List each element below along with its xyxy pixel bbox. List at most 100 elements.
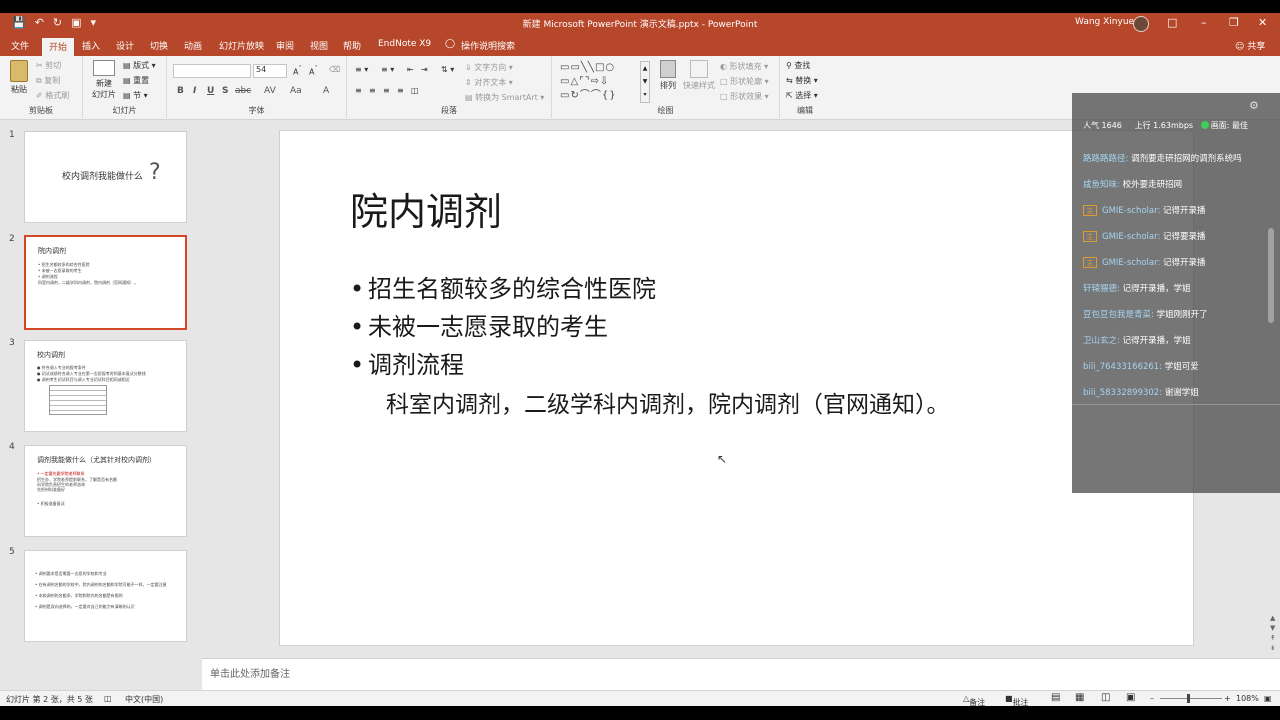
tab-slideshow[interactable]: 幻灯片放映 xyxy=(219,39,264,52)
slide-thumbnail-1[interactable]: 校内调剂我能做什么 ? xyxy=(24,131,187,223)
user-name[interactable]: Wang Xinyue xyxy=(1075,17,1134,27)
slide-title[interactable]: 院内调剂 xyxy=(350,181,502,236)
underline-button[interactable]: U xyxy=(207,86,214,96)
previous-slide-icon[interactable]: ↟ xyxy=(1270,634,1276,642)
tab-file[interactable]: 文件 xyxy=(11,39,29,52)
scroll-down-icon[interactable]: ▼ xyxy=(1270,624,1275,632)
zoom-slider-thumb[interactable] xyxy=(1187,694,1190,703)
bullets-icon[interactable]: ≡ ▾ xyxy=(355,65,368,74)
strikethrough-button[interactable]: abc xyxy=(235,86,251,96)
font-size-combo[interactable]: 54 xyxy=(253,64,287,78)
align-center-icon[interactable]: ≡ xyxy=(369,86,376,95)
chat-username[interactable]: 轩辕猥德: xyxy=(1083,284,1120,294)
align-text-button[interactable]: ⇕ 对齐文本 ▾ xyxy=(465,77,513,88)
chat-username[interactable]: bili_58332899302: xyxy=(1083,388,1162,398)
convert-smartart-button[interactable]: ▤ 转换为 SmartArt ▾ xyxy=(465,92,544,103)
slide-thumbnail-5[interactable]: • 调剂要求是否需要一志愿的学校和专业 • 在有调剂名额的学校中，院内调剂的名额… xyxy=(24,550,187,642)
tab-design[interactable]: 设计 xyxy=(116,39,134,52)
zoom-level[interactable]: 108% xyxy=(1236,694,1259,703)
chat-username[interactable]: 卫山玄之: xyxy=(1083,336,1120,346)
columns-icon[interactable]: ◫ xyxy=(411,86,419,95)
shapes-gallery[interactable]: ▭▭╲╲□○ ▭△⌜⌝⇨⇩ ▭↻⌒⌒{​} xyxy=(560,61,646,103)
scroll-up-icon[interactable]: ▲ xyxy=(1270,614,1275,622)
find-button[interactable]: ⚲ 查找 xyxy=(786,60,810,71)
font-name-combo[interactable] xyxy=(173,64,251,78)
gallery-scroll[interactable]: ▲ ▼ ▾ xyxy=(640,61,650,103)
minimize-icon[interactable]: – xyxy=(1201,16,1207,29)
tab-review[interactable]: 审阅 xyxy=(276,39,294,52)
close-icon[interactable]: ✕ xyxy=(1258,16,1267,29)
line-spacing-icon[interactable]: ⇅ ▾ xyxy=(441,65,454,74)
tab-home[interactable]: 开始 xyxy=(42,38,75,56)
tab-animations[interactable]: 动画 xyxy=(184,39,202,52)
replace-button[interactable]: ⇆ 替换 ▾ xyxy=(786,75,818,86)
font-color-button[interactable]: A xyxy=(323,86,329,96)
chat-scrollbar[interactable] xyxy=(1268,228,1274,323)
slide-sub-bullet[interactable]: 科室内调剂，二级学科内调剂，院内调剂（官网通知）。 xyxy=(386,385,950,419)
tab-endnote[interactable]: EndNote X9 xyxy=(378,39,431,49)
notes-toggle[interactable]: △ 备注 xyxy=(963,694,985,707)
bold-button[interactable]: B xyxy=(177,86,184,96)
increase-indent-icon[interactable]: ⇥ xyxy=(421,65,428,74)
chat-username[interactable]: bili_76433166261: xyxy=(1083,362,1162,372)
text-direction-button[interactable]: ⇓ 文字方向 ▾ xyxy=(465,62,513,73)
current-slide[interactable]: 院内调剂 • 招生名额较多的综合性医院 • 未被一志愿录取的考生 • 调剂流程 科室内… xyxy=(279,130,1194,646)
tab-transitions[interactable]: 切换 xyxy=(150,39,168,52)
tell-me-search[interactable]: 操作说明搜索 xyxy=(461,39,515,52)
shape-effects-button[interactable]: □ 形状效果 ▾ xyxy=(720,91,769,102)
align-right-icon[interactable]: ≡ xyxy=(383,86,390,95)
decrease-indent-icon[interactable]: ⇤ xyxy=(407,65,414,74)
quick-styles-button[interactable]: 快速样式 xyxy=(682,60,716,91)
slideshow-view-icon[interactable]: ▣ xyxy=(1126,692,1135,703)
chat-username[interactable]: GMIE-scholar: xyxy=(1102,232,1160,242)
clear-formatting-icon[interactable]: ⌫ xyxy=(329,65,340,74)
reset-button[interactable]: ▤ 重置 xyxy=(123,75,149,86)
section-button[interactable]: ▤ 节 ▾ xyxy=(123,90,148,101)
slide-thumbnail-4[interactable]: 调剂我能做什么（尤其针对校内调剂） • 一定要先跟学院老师联系 招生办、学院老师… xyxy=(24,445,187,537)
tab-view[interactable]: 视图 xyxy=(310,39,328,52)
format-painter-button[interactable]: ✐ 格式刷 xyxy=(36,90,69,101)
copy-button[interactable]: ⧉ 复制 xyxy=(36,75,60,86)
chat-username[interactable]: 豆包豆包我是青菜: xyxy=(1083,310,1154,320)
change-case-button[interactable]: Aa xyxy=(290,86,302,96)
slide-bullet[interactable]: • 招生名额较多的综合性医院 xyxy=(350,269,656,304)
restore-icon[interactable]: ❐ xyxy=(1229,16,1239,29)
share-button[interactable]: ☺ 共享 xyxy=(1235,39,1265,52)
shadow-button[interactable]: S xyxy=(222,86,228,96)
avatar[interactable] xyxy=(1133,16,1149,32)
align-left-icon[interactable]: ≡ xyxy=(355,86,362,95)
zoom-out-icon[interactable]: – xyxy=(1150,694,1154,703)
tab-help[interactable]: 帮助 xyxy=(343,39,361,52)
fit-slide-icon[interactable]: ▣ xyxy=(1264,694,1272,703)
paste-button[interactable]: 粘贴 xyxy=(6,60,32,95)
reading-view-icon[interactable]: ◫ xyxy=(1101,692,1110,703)
slide-thumbnail-3[interactable]: 校内调剂 ● 符合调入专业的报考条件 ● 初试成绩符合调入专业在第一志愿报考时的… xyxy=(24,340,187,432)
new-slide-button[interactable]: 新建 幻灯片 xyxy=(89,60,119,100)
tab-insert[interactable]: 插入 xyxy=(82,39,100,52)
italic-button[interactable]: I xyxy=(193,86,196,96)
char-spacing-button[interactable]: AV xyxy=(264,86,276,96)
shape-fill-button[interactable]: ◐ 形状填充 ▾ xyxy=(720,61,768,72)
slide-sorter-icon[interactable]: ▦ xyxy=(1075,692,1084,703)
slide-bullet[interactable]: • 未被一志愿录取的考生 xyxy=(350,307,608,342)
comments-toggle[interactable]: ■ 批注 xyxy=(1005,694,1029,707)
chat-username[interactable]: GMIE-scholar: xyxy=(1102,258,1160,268)
shrink-font-icon[interactable]: Aˇ xyxy=(309,65,318,77)
notes-pane[interactable]: 单击此处添加备注 xyxy=(202,658,1280,690)
grow-font-icon[interactable]: Aˆ xyxy=(293,65,302,77)
justify-icon[interactable]: ≡ xyxy=(397,86,404,95)
layout-button[interactable]: ▤ 版式 ▾ xyxy=(123,60,156,71)
language-indicator[interactable]: 中文(中国) xyxy=(125,694,163,705)
normal-view-icon[interactable]: ▤ xyxy=(1051,692,1060,703)
ribbon-display-options-icon[interactable]: □ xyxy=(1167,16,1177,29)
chat-username[interactable]: 咸鱼知味: xyxy=(1083,180,1120,190)
chat-username[interactable]: 路路路路径: xyxy=(1083,154,1128,164)
gear-icon[interactable]: ⚙ xyxy=(1249,99,1259,112)
slide-bullet[interactable]: • 调剂流程 xyxy=(350,345,464,380)
zoom-slider[interactable] xyxy=(1160,698,1222,699)
numbering-icon[interactable]: ≡ ▾ xyxy=(381,65,394,74)
zoom-in-icon[interactable]: + xyxy=(1224,694,1231,703)
accessibility-icon[interactable]: ◫ xyxy=(104,694,112,703)
next-slide-icon[interactable]: ↡ xyxy=(1270,644,1276,652)
slide-thumbnail-2[interactable]: 院内调剂 • 招生名额较多的综合性医院 • 未被一志愿录取的考生 • 调剂流程 … xyxy=(24,235,187,330)
